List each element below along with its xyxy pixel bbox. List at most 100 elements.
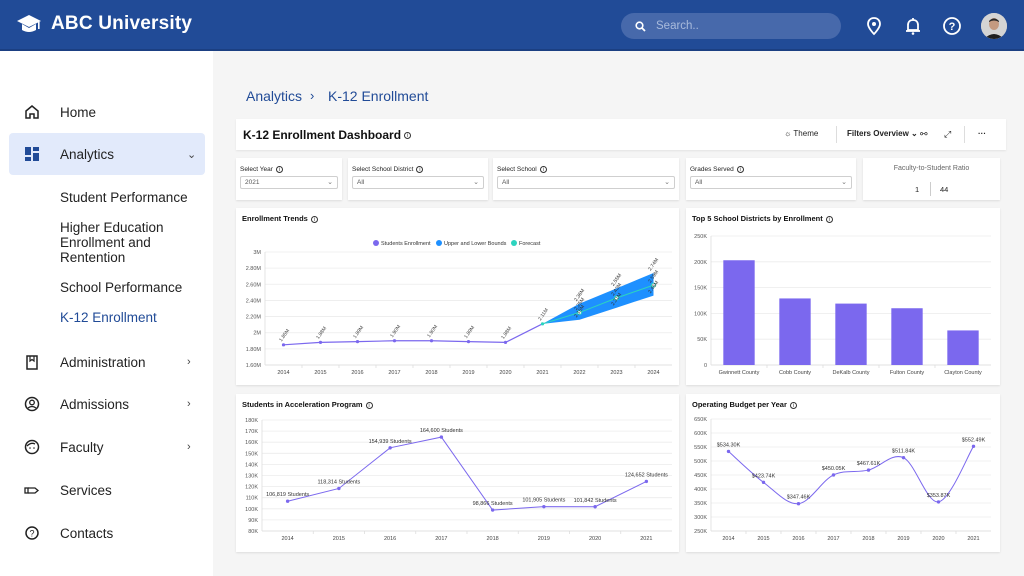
x-tick-label: 2017 [388,370,400,376]
grades-select[interactable]: All ⌄ [690,176,852,189]
chevron-down-icon: ⌄ [187,148,197,161]
sidebar-subitem-student-performance[interactable]: Student Performance [60,190,188,205]
data-label: $552.49K [962,437,986,443]
y-tick-label: 2M [253,331,261,337]
operating-budget-chart: 250K 300K 350K 400K 450K 500K 550K 600K 650K 2014… [694,417,991,542]
sidebar-item-services[interactable]: Services [9,469,205,511]
x-tick-label: 2016 [792,536,804,542]
top-bar: ABC University Search.. ? [0,0,1024,51]
y-tick-label: 2.80M [246,266,262,272]
chevron-down-icon: ⌄ [327,179,333,186]
ratio-title: Faculty-to-Student Ratio [893,165,970,172]
expand-icon[interactable]: ⤢ [944,129,951,140]
x-tick-label: 2021 [967,536,979,542]
y-tick-label: 140K [245,462,258,468]
x-tick-label: 2023 [610,370,622,376]
sidebar-subitem-higher-education[interactable]: Higher Education Enrollment and Rententi… [60,220,180,265]
location-icon[interactable] [864,16,884,36]
info-icon[interactable]: i [539,166,547,173]
logo[interactable]: ABC University [16,13,192,35]
sidebar-item-label: Faculty [60,439,104,455]
filter-label: Select Year i [240,166,283,173]
info-icon[interactable]: i [404,132,412,140]
data-point [439,435,444,439]
filter-year: Select Year i 2021 ⌄ [236,158,342,200]
home-icon [25,105,39,119]
x-tick-label: 2021 [536,370,548,376]
data-point [593,505,597,509]
data-label: 98,866 Students [473,501,513,507]
sidebar-subitem-school-performance[interactable]: School Performance [60,280,182,295]
data-label: 101,905 Students [522,498,565,504]
x-tick-label: 2014 [722,536,734,542]
data-point [726,449,731,454]
info-icon[interactable]: i [736,166,744,173]
y-tick-label: 2.40M [246,298,262,304]
enrollment-point [503,340,508,344]
y-tick-label: 130K [245,474,258,480]
y-tick-label: 600K [694,431,707,437]
data-label: 154,939 Students [369,439,412,445]
svg-text:?: ? [29,529,34,539]
filter-label: Grades Served i [690,166,744,173]
sidebar-item-faculty[interactable]: Faculty › [9,426,205,468]
help-icon[interactable]: ? [942,16,962,36]
bell-icon[interactable] [903,16,923,36]
more-options-button[interactable]: ··· [978,129,986,138]
breadcrumb-separator: › [310,88,315,103]
chevron-down-icon: ⌄ [841,179,847,186]
select-value: All [502,179,510,186]
x-tick-label: Fulton County [890,370,924,376]
x-tick-label: 2021 [640,536,652,542]
filter-label-text: Grades Served [690,166,734,174]
x-tick-label: 2020 [589,536,601,542]
x-tick-label: 2024 [647,370,659,376]
y-tick-label: 150K [694,286,707,292]
data-label: $450.05K [822,466,846,472]
theme-button[interactable]: ☼ Theme [784,129,818,138]
data-point [901,455,906,460]
x-tick-label: 2018 [487,536,499,542]
graduation-cap-icon [17,15,41,32]
y-tick-label: 300K [694,515,707,521]
theme-label: Theme [793,129,819,138]
school-select[interactable]: All ⌄ [497,176,675,189]
data-label: $534.30K [717,442,741,448]
data-point [761,480,766,485]
sidebar-item-contacts[interactable]: ? Contacts [9,512,205,554]
filter-school-district: Select School District i All ⌄ [348,158,488,200]
filters-overview-dropdown[interactable]: Filters Overview ⌄ [847,129,918,138]
user-avatar[interactable] [981,13,1007,39]
x-tick-label: 2014 [277,370,289,376]
y-tick-label: 110K [246,496,259,502]
data-label: $467.61K [857,461,881,467]
enrollment-trends-chart: Students Enrollment Upper and Lower Bound… [246,240,672,376]
filter-label: Select School i [497,166,547,173]
chevron-right-icon: › [187,356,191,368]
x-tick-label: 2015 [314,370,326,376]
sidebar-subitem-k12-enrollment[interactable]: K-12 Enrollment [60,310,157,325]
x-tick-label: 2022 [573,370,585,376]
data-label: 124,652 Students [625,472,668,478]
legend-label: Forecast [519,241,541,247]
sidebar-item-home[interactable]: Home [9,91,205,133]
year-select[interactable]: 2021 ⌄ [240,176,338,189]
filter-label: Select School District i [352,166,424,173]
glasses-icon[interactable]: ⚯ [920,129,928,140]
info-icon[interactable]: i [416,166,424,173]
x-tick-label: 2014 [282,536,294,542]
data-label: $353.87K [927,493,951,499]
sidebar-item-analytics[interactable]: Analytics ⌄ [9,133,205,175]
info-icon[interactable]: i [275,166,283,173]
y-tick-label: 150K [245,451,258,457]
search-input[interactable]: Search.. [621,13,841,39]
y-tick-label: 1.60M [246,363,262,369]
school-district-select[interactable]: All ⌄ [352,176,484,189]
sidebar: Home Analytics ⌄ Student Performance Hig… [0,51,213,576]
breadcrumb-analytics[interactable]: Analytics [246,88,302,104]
sidebar-item-administration[interactable]: Administration › [9,341,205,383]
hand-icon [24,487,40,494]
x-tick-label: 2019 [462,370,474,376]
ratio-students: 44 [940,185,949,194]
sidebar-item-admissions[interactable]: Admissions › [9,383,205,425]
